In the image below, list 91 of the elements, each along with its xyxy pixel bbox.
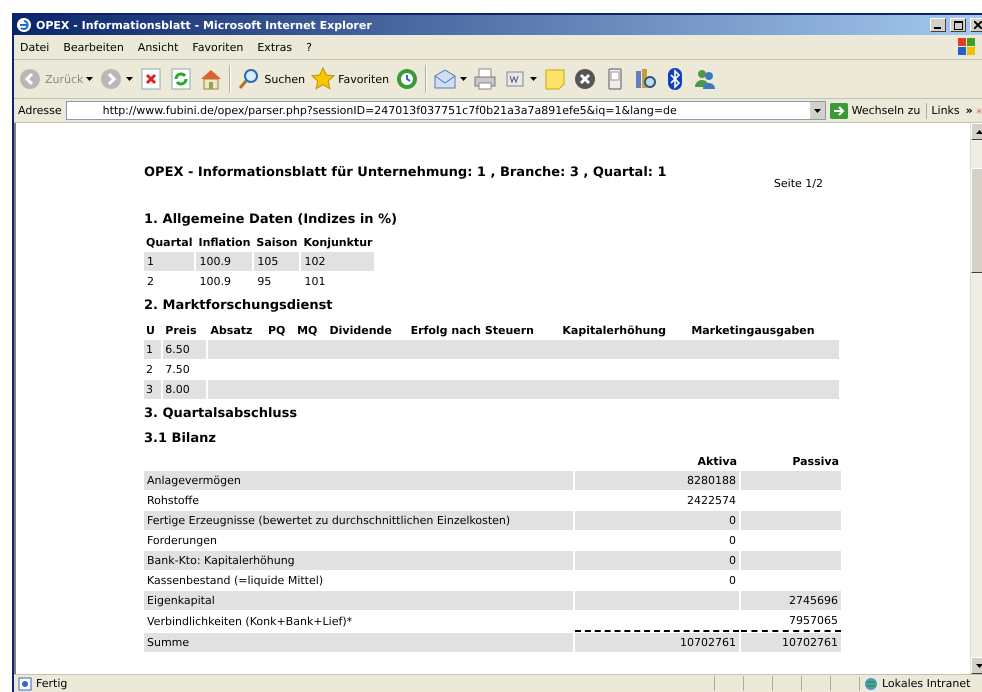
table-cell: 105	[254, 252, 300, 271]
close-button[interactable]	[970, 18, 982, 32]
minimize-button[interactable]	[930, 18, 946, 32]
links-button[interactable]: Links »	[931, 104, 973, 117]
page-number: Seite 1/2	[774, 177, 823, 190]
table-cell: 8.00	[163, 380, 206, 399]
column-header: Absatz	[209, 323, 254, 339]
table-cell: 3	[144, 380, 162, 399]
page-icon	[18, 676, 32, 690]
menu-item[interactable]: ?	[306, 40, 312, 54]
people-icon	[693, 67, 718, 91]
column-header: Konjunktur	[302, 235, 374, 251]
table-cell-text: 2422574	[686, 493, 737, 509]
table-cell: 1	[144, 340, 162, 359]
column-header: Erfolg nach Steuern	[410, 323, 536, 339]
column-header: PQ	[266, 323, 286, 339]
maximize-icon	[954, 20, 962, 30]
column-header: Aktiva	[696, 454, 738, 470]
star-icon	[311, 67, 336, 91]
row-label: Fertige Erzeugnisse (bewertet zu durchschnittlichen Einzelkosten)	[144, 511, 573, 530]
browser-logo-icon	[16, 17, 32, 33]
page-title: OPEX - Informationsblatt für Unternehmung: 1 , Branche: 3 , Quartal: 1	[144, 165, 667, 180]
table-cell-text: 7.50	[164, 362, 191, 378]
address-label: Adresse	[18, 104, 62, 117]
column-header: MQ	[296, 323, 318, 339]
table-cell: 0	[575, 511, 739, 530]
column-header: Passiva	[791, 454, 840, 470]
history-clock-icon	[395, 67, 420, 91]
row-label: Eigenkapital	[144, 591, 573, 610]
column-header: Inflation	[197, 235, 252, 251]
table-cell-text: 100.9	[198, 274, 232, 290]
dropdown-caret-icon	[976, 664, 982, 668]
table-cell-text: 2	[145, 362, 154, 378]
row-label: Bank-Kto: Kapitalerhöhung	[144, 551, 573, 570]
section-heading: 2. Marktforschungsdienst	[144, 298, 334, 313]
printer-icon	[473, 67, 498, 91]
up-arrow-icon	[976, 130, 982, 134]
table-cell: 10702761	[741, 633, 841, 652]
toolbar-button[interactable]: Favoriten	[311, 64, 390, 94]
table-cell-text: 2	[146, 274, 155, 290]
toolbar-button[interactable]: Suchen	[237, 64, 306, 94]
row-label: Anlagevermögen	[144, 471, 573, 490]
table-cell: 1	[144, 252, 194, 271]
column-header: Marketingausgaben	[690, 323, 816, 339]
row-label: Verbindlichkeiten (Konk+Bank+Lief)*	[146, 614, 354, 630]
table-cell: 102	[301, 252, 374, 271]
status-text: Fertig	[36, 677, 68, 690]
table-cell-text: 0	[728, 573, 737, 589]
dropdown-button[interactable]	[810, 102, 825, 119]
section-heading: 1. Allgemeine Daten (Indizes in %)	[144, 212, 398, 227]
row-label: Rohstoffe	[146, 493, 200, 509]
books-icon	[633, 67, 658, 91]
column-header: Kapitalerhöhung	[561, 323, 668, 339]
table-cell: 0	[575, 551, 739, 570]
note-icon	[543, 67, 568, 91]
home-icon	[199, 67, 224, 91]
column-header: Saison	[255, 235, 298, 251]
column-header: Dividende	[328, 323, 393, 339]
mail-icon	[433, 67, 458, 91]
address-field[interactable]: http://www.fubini.de/opex/parser.php?sessionID=247013f037751c7f0b21a3a7a891efe5&iq=1&lang=de	[66, 101, 826, 120]
menu-item[interactable]: Favoriten	[192, 40, 244, 54]
table-cell: 6.50	[163, 340, 206, 359]
close-circle-icon	[573, 67, 598, 91]
close-icon	[974, 21, 982, 29]
column-header: Quartal	[145, 235, 194, 251]
table-cell-text: 0	[728, 533, 737, 549]
subsection-heading: 3.1 Bilanz	[144, 431, 217, 446]
globe-icon	[864, 676, 878, 690]
row-label: Kassenbestand (=liquide Mittel)	[146, 573, 324, 589]
table-cell-text: 101	[303, 274, 326, 290]
menu-item[interactable]: Datei	[20, 40, 50, 54]
menu-item[interactable]: Ansicht	[138, 40, 178, 54]
window-title: OPEX - Informationsblatt - Microsoft Internet Explorer	[36, 18, 373, 32]
table-cell: 2745696	[741, 591, 841, 610]
row-label: Forderungen	[146, 533, 218, 549]
refresh-icon	[169, 67, 194, 91]
menu-item[interactable]: Bearbeiten	[63, 40, 124, 54]
menu-item[interactable]: Extras	[257, 40, 292, 54]
section-heading: 3. Quartalsabschluss	[144, 406, 298, 421]
dropdown-caret-icon	[814, 108, 821, 112]
table-cell: 100.9	[196, 252, 252, 271]
row-label: Summe	[144, 633, 573, 652]
maximize-button[interactable]	[950, 18, 966, 32]
stop-icon	[139, 67, 164, 91]
go-button[interactable]: Wechseln zu	[830, 102, 928, 118]
table-cell-text: 95	[256, 274, 272, 290]
column-header: Preis	[164, 323, 198, 339]
column-header: U	[145, 323, 156, 339]
zone-text: Lokales Intranet	[882, 677, 970, 690]
table-cell: 8280188	[575, 471, 739, 490]
table-cell: 10702761	[575, 633, 739, 652]
